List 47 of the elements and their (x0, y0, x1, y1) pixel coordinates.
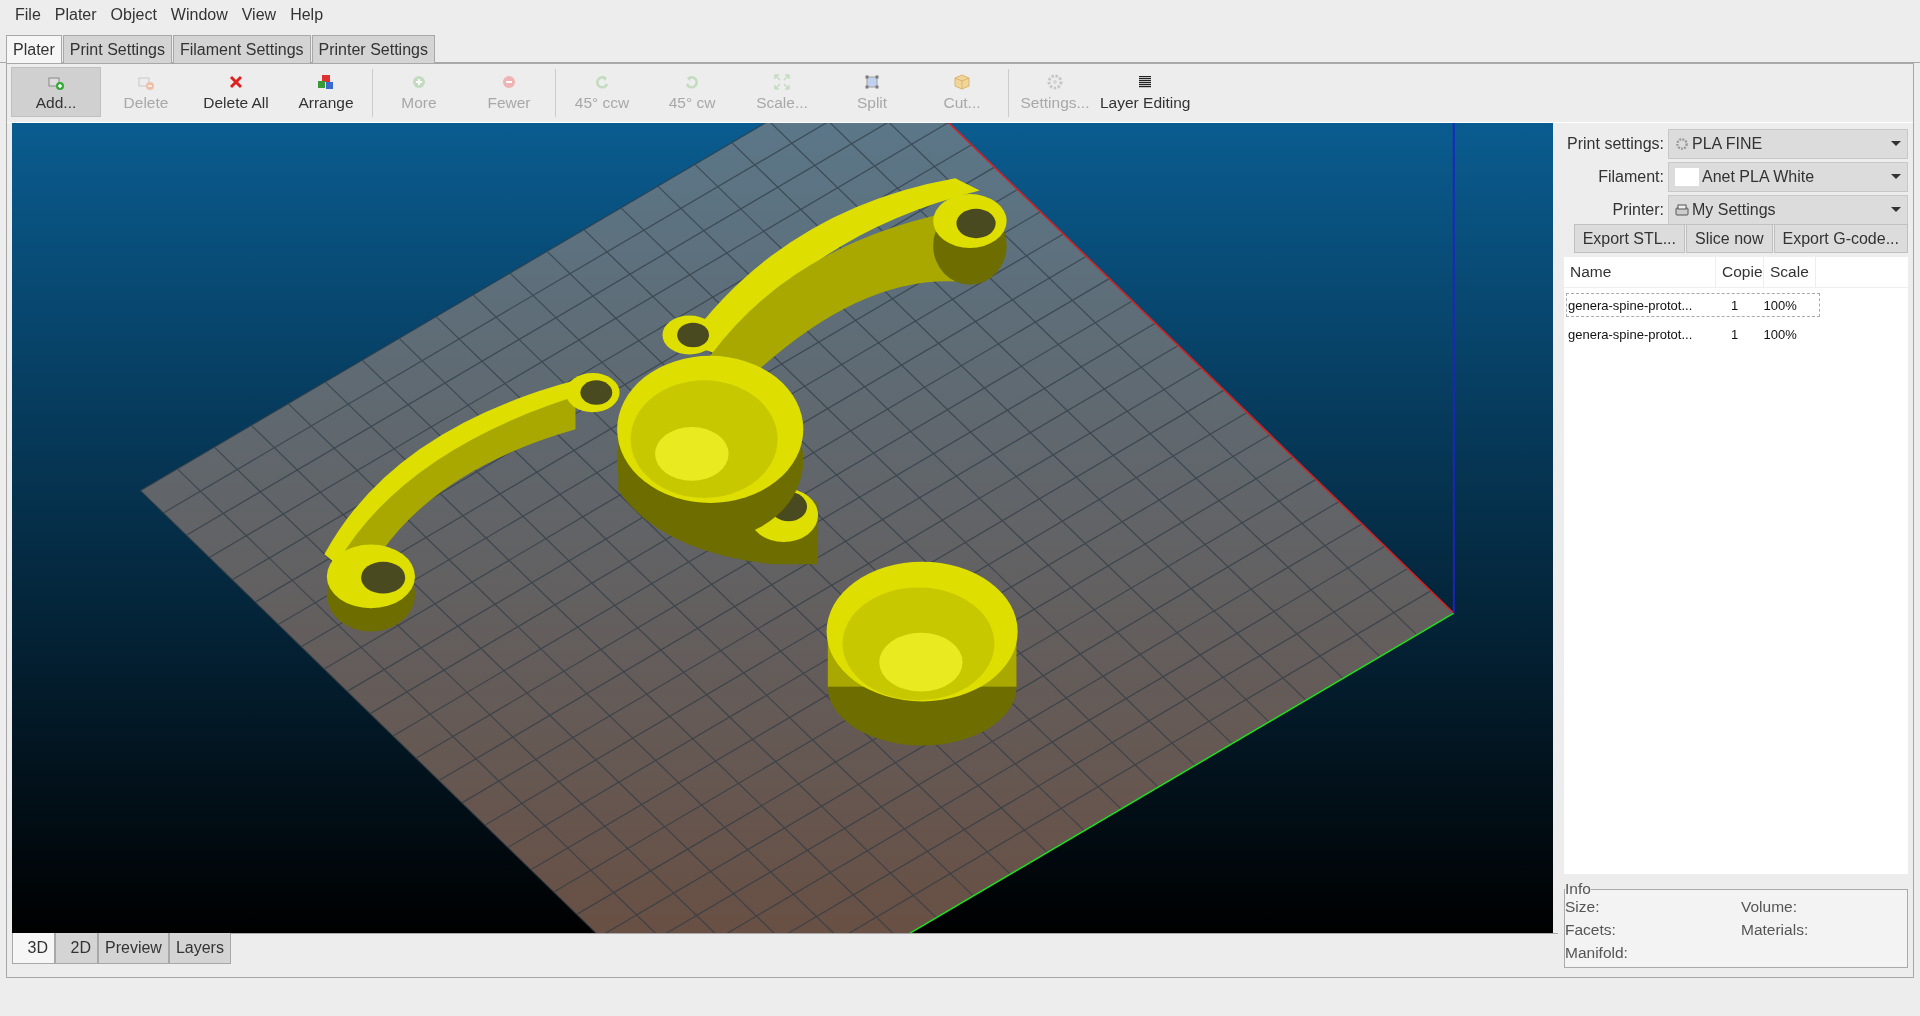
view-tab[interactable]: 3D (12, 933, 55, 964)
menu-item[interactable]: Object (103, 6, 164, 24)
info-label: Volume: (1741, 898, 1798, 916)
tab[interactable]: Printer Settings (311, 35, 435, 63)
action-button[interactable]: Export STL... (1573, 224, 1685, 253)
tab[interactable]: Print Settings (62, 35, 172, 63)
field-label: Filament: (1597, 167, 1665, 186)
view-tab[interactable]: Preview (98, 933, 169, 964)
object-row[interactable]: genera-spine-protot... 1 100% (1566, 293, 1820, 317)
expand-arrows-icon (773, 72, 791, 91)
column-header[interactable]: Scale (1764, 257, 1816, 287)
action-button[interactable]: Slice now (1686, 224, 1773, 253)
view-tab[interactable]: 2D (55, 933, 98, 964)
tab[interactable]: Filament Settings (172, 35, 311, 63)
tab[interactable]: Plater (6, 35, 62, 64)
info-label: Manifold: (1565, 944, 1629, 962)
menu-item[interactable]: Window (163, 6, 235, 24)
printer-icon (1675, 203, 1689, 216)
caret-icon (1891, 207, 1901, 212)
cubes-icon (317, 72, 335, 91)
gear-icon (1046, 72, 1064, 91)
toolbar-button[interactable]: Layer Editing (1100, 67, 1191, 117)
box-icon (953, 72, 971, 91)
info-label: Materials: (1741, 921, 1810, 939)
column-header[interactable]: Name (1564, 257, 1716, 287)
toolbar-button[interactable]: Delete All (191, 67, 281, 117)
field-label: Print settings: (1566, 134, 1665, 153)
caret-icon (1891, 141, 1901, 146)
toolbar-button[interactable]: Arrange (281, 67, 371, 117)
menu-item[interactable]: Plater (47, 6, 104, 24)
menu-item[interactable]: Help (283, 6, 331, 24)
field-label: Printer: (1611, 200, 1665, 219)
object-row[interactable]: genera-spine-protot... 1 100% (1566, 322, 1820, 346)
preset-dropdown[interactable]: Anet PLA White (1668, 161, 1908, 192)
toolbar-button[interactable]: Add... (11, 67, 101, 117)
preset-dropdown[interactable]: PLA FINE (1668, 128, 1908, 159)
menu-item[interactable]: View (234, 6, 284, 24)
gear-icon (1675, 136, 1689, 151)
menu-item[interactable]: File (8, 6, 48, 24)
column-header[interactable]: Copie (1716, 257, 1764, 287)
caret-icon (1891, 174, 1901, 179)
info-label: Size: (1565, 898, 1601, 916)
info-label: Facets: (1565, 921, 1617, 939)
view-tab[interactable]: Layers (168, 933, 231, 964)
action-button[interactable]: Export G-code... (1773, 224, 1908, 253)
preset-dropdown[interactable]: My Settings (1668, 194, 1908, 225)
panel-title: Info (1565, 880, 1591, 898)
